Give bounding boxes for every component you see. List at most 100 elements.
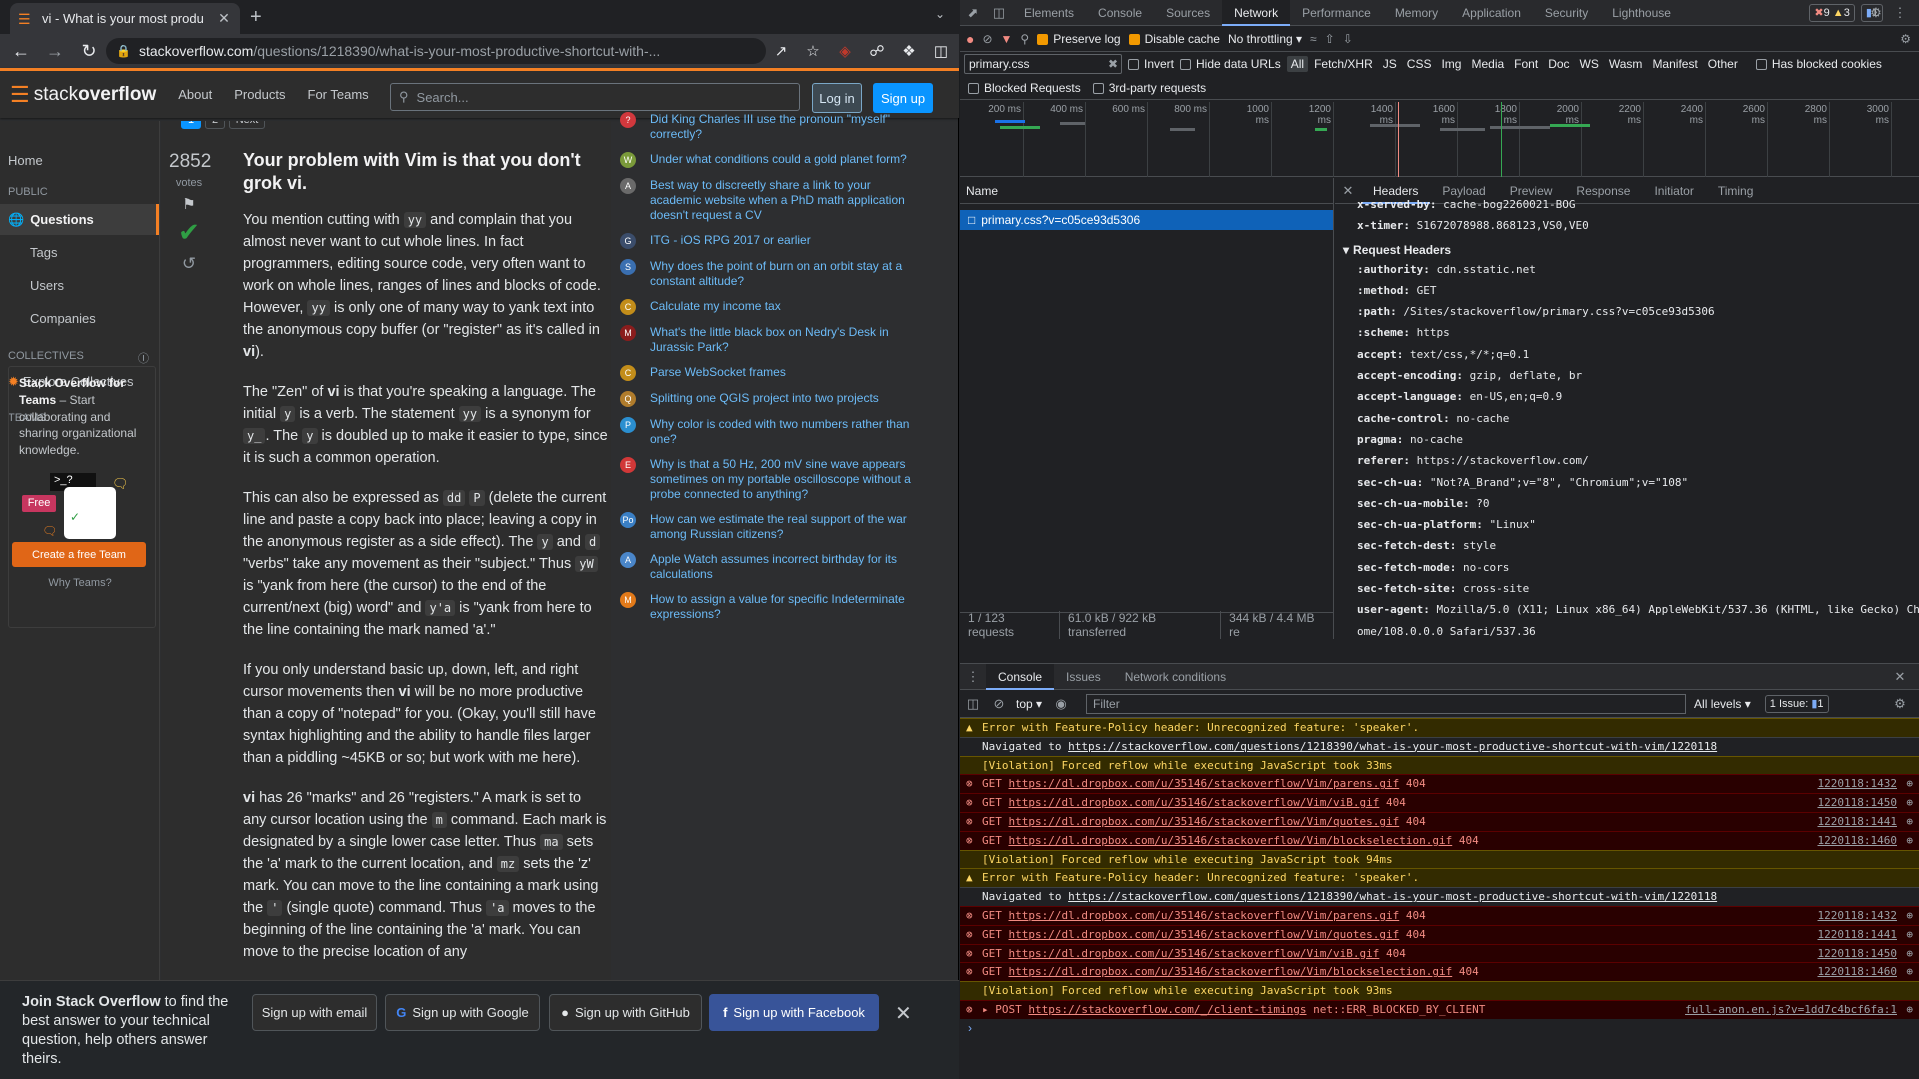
hot-question-link[interactable]: Best way to discreetly share a link to y… [650, 178, 920, 223]
console-link[interactable]: https://dl.dropbox.com/u/35146/stackover… [1009, 965, 1453, 978]
detail-tab-response[interactable]: Response [1564, 178, 1642, 204]
invert-checkbox[interactable]: Invert [1128, 57, 1174, 71]
search-icon[interactable]: ⚲ [1020, 32, 1029, 46]
network-conditions-icon[interactable]: ≈ [1310, 32, 1317, 46]
side-panel-icon[interactable]: ◫ [930, 38, 952, 64]
signup-button[interactable]: Sign up [873, 83, 933, 113]
console-link[interactable]: https://stackoverflow.com/questions/1218… [1068, 740, 1717, 753]
type-filter-other[interactable]: Other [1704, 56, 1742, 72]
request-row-selected[interactable]: □ primary.css?v=c05ce93d5306 [960, 210, 1333, 230]
preserve-log-checkbox[interactable]: Preserve log [1037, 32, 1121, 46]
next-page-button[interactable]: Next [229, 121, 265, 129]
signup-github-button[interactable]: ● Sign up with GitHub [549, 994, 702, 1031]
reload-icon[interactable]: ↻ [76, 38, 102, 64]
browser-tab[interactable]: ☰ vi - What is your most produ ✕ [10, 3, 240, 34]
type-filter-fetchxhr[interactable]: Fetch/XHR [1310, 56, 1377, 72]
type-filter-wasm[interactable]: Wasm [1605, 56, 1647, 72]
source-location-link[interactable]: 1220118:1460 [1818, 832, 1897, 850]
console-link[interactable]: https://dl.dropbox.com/u/35146/stackover… [1009, 777, 1400, 790]
sidebar-item-questions[interactable]: 🌐 Questions [0, 204, 159, 235]
source-location-link[interactable]: 1220118:1450 [1818, 794, 1897, 812]
more-options-icon[interactable]: ⋮ [1887, 0, 1913, 26]
sidebar-item-companies[interactable]: Companies [0, 311, 159, 326]
hot-question-item[interactable]: C Parse WebSocket frames [620, 365, 920, 381]
hot-question-link[interactable]: Why color is coded with two numbers rath… [650, 417, 920, 447]
tab-search-icon[interactable]: ⌄ [935, 7, 945, 21]
hot-question-item[interactable]: A Best way to discreetly share a link to … [620, 178, 920, 223]
hot-question-link[interactable]: How can we estimate the real support of … [650, 512, 920, 542]
type-filter-js[interactable]: JS [1379, 56, 1401, 72]
hide-data-urls-checkbox[interactable]: Hide data URLs [1180, 57, 1281, 71]
address-bar[interactable]: 🔒 stackoverflow.com/questions/1218390/wh… [106, 38, 766, 64]
type-filter-media[interactable]: Media [1467, 56, 1508, 72]
console-link[interactable]: https://dl.dropbox.com/u/35146/stackover… [1009, 928, 1400, 941]
create-free-team-button[interactable]: Create a free Team [12, 542, 146, 567]
close-icon[interactable]: ✕ [895, 1001, 912, 1026]
devtools-tab-security[interactable]: Security [1533, 0, 1600, 26]
console-link[interactable]: https://stackoverflow.com/questions/1218… [1068, 890, 1717, 903]
history-icon[interactable]: ↺ [169, 254, 209, 274]
hot-question-item[interactable]: A Apple Watch assumes incorrect birthday … [620, 552, 920, 582]
stackoverflow-logo[interactable]: ☰ stack overflow [10, 82, 156, 108]
console-link[interactable]: https://dl.dropbox.com/u/35146/stackover… [1009, 834, 1453, 847]
drawer-tab-console[interactable]: Console [986, 663, 1055, 690]
info-icon[interactable]: ⓘ [138, 350, 149, 366]
live-expression-eye-icon[interactable]: ◉ [1048, 691, 1074, 717]
record-stop-icon[interactable]: ● [966, 31, 974, 47]
filter-icon[interactable]: ▼ [1001, 32, 1013, 46]
close-drawer-icon[interactable]: ✕ [1887, 664, 1913, 690]
page-1-button[interactable]: 1 [181, 121, 201, 129]
source-location-link[interactable]: 1220118:1432 [1818, 775, 1897, 793]
login-button[interactable]: Log in [812, 83, 862, 113]
disable-cache-checkbox[interactable]: Disable cache [1128, 32, 1220, 46]
console-link[interactable]: https://dl.dropbox.com/u/35146/stackover… [1009, 815, 1400, 828]
source-location-link[interactable]: 1220118:1450 [1818, 945, 1897, 963]
forward-icon[interactable]: → [42, 38, 68, 64]
export-har-icon[interactable]: ⇩ [1343, 32, 1353, 46]
devtools-tab-elements[interactable]: Elements [1012, 0, 1086, 26]
devtools-tab-console[interactable]: Console [1086, 0, 1154, 26]
extension-icon[interactable]: ☍ [866, 38, 888, 64]
drawer-tab-network-conditions[interactable]: Network conditions [1113, 664, 1238, 690]
type-filter-font[interactable]: Font [1510, 56, 1542, 72]
console-sidebar-icon[interactable]: ◫ [960, 691, 986, 717]
drawer-tab-issues[interactable]: Issues [1054, 664, 1113, 690]
page-2-button[interactable]: 2 [205, 121, 225, 129]
nav-products[interactable]: Products [234, 87, 285, 102]
network-request-icon[interactable]: ⊕ [1906, 907, 1913, 925]
network-overview-timeline[interactable]: 200 ms 400 ms 600 ms 800 ms 1000 ms 1200 ms 14… [960, 102, 1919, 177]
bookmark-star-icon[interactable]: ☆ [802, 38, 824, 64]
inspect-element-icon[interactable]: ⬈ [960, 0, 986, 26]
third-party-checkbox[interactable]: 3rd-party requests [1092, 81, 1206, 95]
share-icon[interactable]: ↗ [770, 38, 792, 64]
log-levels-select[interactable]: All levels ▾ [1694, 697, 1751, 711]
hot-question-item[interactable]: C Calculate my income tax [620, 299, 920, 315]
source-location-link[interactable]: 1220118:1441 [1818, 813, 1897, 831]
network-settings-icon[interactable]: ⚙ [1900, 32, 1911, 46]
drawer-menu-icon[interactable]: ⋮ [960, 664, 986, 690]
request-headers-section[interactable]: ▾ Request Headers [1335, 243, 1919, 257]
clear-console-icon[interactable]: ⊘ [986, 691, 1012, 717]
hot-question-link[interactable]: What's the little black box on Nedry's D… [650, 325, 920, 355]
detail-tab-timing[interactable]: Timing [1706, 178, 1766, 204]
extensions-puzzle-icon[interactable]: ❖ [898, 38, 920, 64]
hot-question-link[interactable]: Calculate my income tax [650, 299, 781, 315]
sidebar-item-home[interactable]: Home [0, 153, 159, 168]
type-filter-css[interactable]: CSS [1403, 56, 1436, 72]
close-tab-icon[interactable]: ✕ [216, 10, 232, 27]
hot-question-link[interactable]: Did King Charles III use the pronoun "my… [650, 112, 920, 142]
hot-question-link[interactable]: Why is that a 50 Hz, 200 mV sine wave ap… [650, 457, 920, 502]
nav-about[interactable]: About [178, 87, 212, 102]
import-har-icon[interactable]: ⇧ [1325, 32, 1335, 46]
network-filter-input[interactable]: primary.css ✖ [964, 54, 1122, 74]
why-teams-link[interactable]: Why Teams? [0, 577, 160, 589]
console-link[interactable]: https://dl.dropbox.com/u/35146/stackover… [1009, 947, 1380, 960]
search-input[interactable]: ⚲ Search... [390, 83, 800, 111]
detail-tab-initiator[interactable]: Initiator [1642, 178, 1705, 204]
signup-facebook-button[interactable]: f Sign up with Facebook [709, 994, 879, 1031]
throttling-select[interactable]: No throttling ▾ [1228, 32, 1302, 46]
network-request-icon[interactable]: ⊕ [1906, 926, 1913, 944]
hot-question-item[interactable]: Po How can we estimate the real support o… [620, 512, 920, 542]
hot-question-link[interactable]: Apple Watch assumes incorrect birthday f… [650, 552, 920, 582]
console-link[interactable]: https://stackoverflow.com/_/client-timin… [1028, 1003, 1306, 1016]
